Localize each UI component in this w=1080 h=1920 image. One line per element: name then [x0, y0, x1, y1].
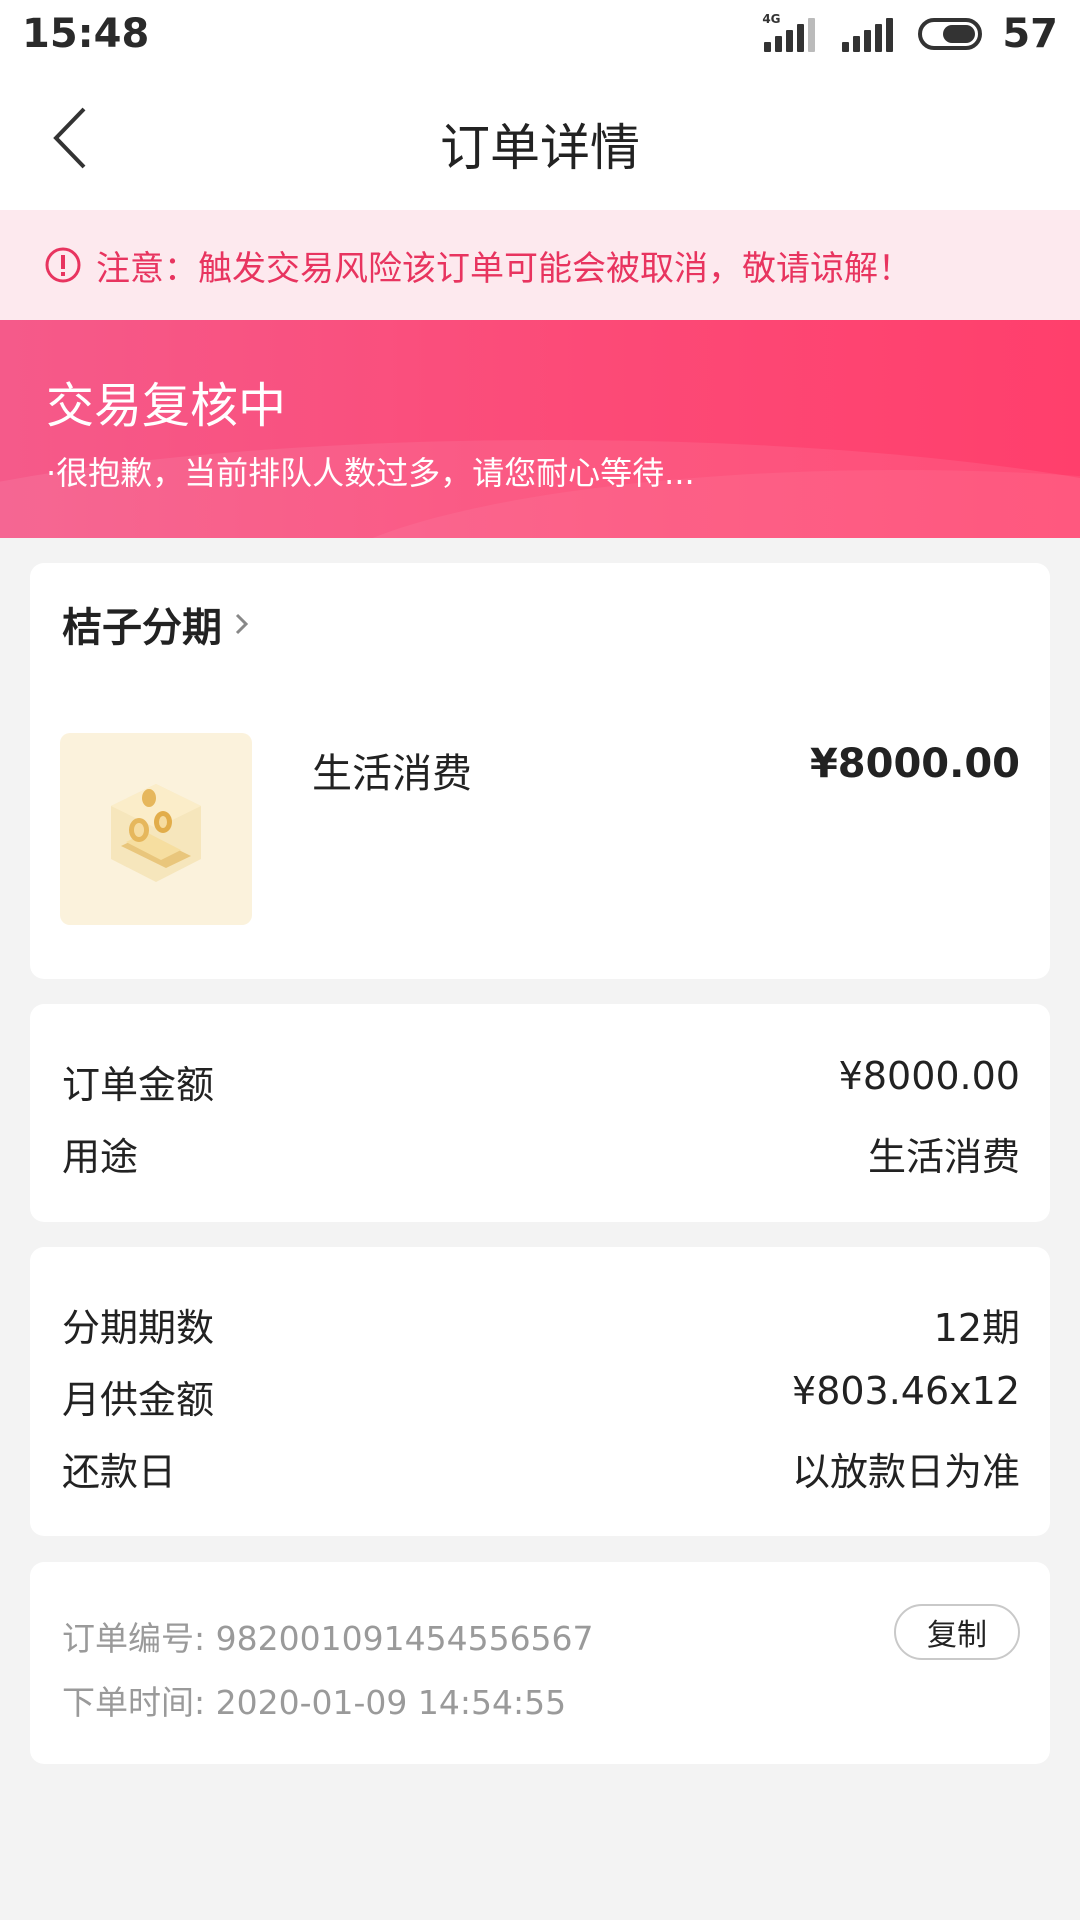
- installment-row: 月供金额 ¥803.46x12: [62, 1369, 1020, 1424]
- summary-value: ¥8000.00: [838, 1054, 1020, 1098]
- signal-icon: [840, 14, 898, 54]
- brand-name: 桔子分期: [62, 605, 222, 651]
- summary-row: 订单金额 ¥8000.00: [62, 1054, 1020, 1109]
- order-number-line: 订单编号: 982001091454556567: [62, 1612, 594, 1660]
- network-type-label: 4G: [762, 12, 781, 26]
- coin-box-icon: [111, 784, 201, 882]
- order-number: 982001091454556567: [215, 1619, 594, 1658]
- product-name: 生活消费: [312, 751, 472, 797]
- installment-value: 12期: [933, 1306, 1020, 1350]
- summary-row: 用途 生活消费: [62, 1126, 1020, 1181]
- installment-label: 月供金额: [62, 1378, 215, 1422]
- notice-text: 注意：触发交易风险该订单可能会被取消，敬请谅解！: [96, 248, 912, 289]
- order-summary-card: 订单金额 ¥8000.00 用途 生活消费: [30, 1004, 1050, 1222]
- summary-label: 用途: [62, 1135, 139, 1179]
- chevron-right-icon: [235, 613, 249, 635]
- status-bar: 15:48 4G 57: [0, 0, 1080, 68]
- installment-value: ¥803.46x12: [792, 1369, 1020, 1413]
- status-icons: 4G 57: [762, 11, 1058, 57]
- status-subtitle: ·很抱歉，当前排队人数过多，请您耐心等待...: [46, 454, 695, 492]
- installment-label: 分期期数: [62, 1306, 215, 1350]
- page-title: 订单详情: [440, 119, 640, 177]
- risk-notice: 注意：触发交易风险该订单可能会被取消，敬请谅解！: [0, 210, 1080, 320]
- status-banner: 交易复核中 ·很抱歉，当前排队人数过多，请您耐心等待...: [0, 320, 1080, 538]
- product-price: ¥8000.00: [809, 741, 1020, 787]
- installment-value: 以放款日为准: [791, 1450, 1020, 1494]
- battery-saver-icon: [918, 18, 983, 50]
- product-card: 桔子分期 生活消费 ¥8000.00: [30, 563, 1050, 979]
- installment-card: 分期期数 12期 月供金额 ¥803.46x12 还款日 以放款日为准: [30, 1247, 1050, 1536]
- alert-icon: [45, 247, 81, 283]
- installment-row: 还款日 以放款日为准: [62, 1441, 1020, 1496]
- order-time-label: 下单时间:: [62, 1683, 206, 1722]
- brand-link[interactable]: 桔子分期: [62, 595, 252, 653]
- order-time-line: 下单时间: 2020-01-09 14:54:55: [62, 1676, 566, 1724]
- copy-button[interactable]: 复制: [894, 1604, 1020, 1660]
- order-number-label: 订单编号:: [62, 1619, 206, 1658]
- order-info-card: 订单编号: 982001091454556567 下单时间: 2020-01-0…: [30, 1562, 1050, 1764]
- status-time: 15:48: [22, 11, 150, 57]
- nav-bar: 订单详情: [0, 68, 1080, 210]
- installment-label: 还款日: [62, 1450, 177, 1494]
- signal-4g-icon: 4G: [762, 12, 820, 54]
- product-image: [60, 733, 252, 925]
- summary-value: 生活消费: [867, 1135, 1020, 1179]
- summary-label: 订单金额: [62, 1063, 215, 1107]
- installment-row: 分期期数 12期: [62, 1297, 1020, 1352]
- battery-level: 57: [1002, 11, 1058, 57]
- order-time: 2020-01-09 14:54:55: [215, 1683, 567, 1722]
- status-title: 交易复核中: [46, 378, 287, 434]
